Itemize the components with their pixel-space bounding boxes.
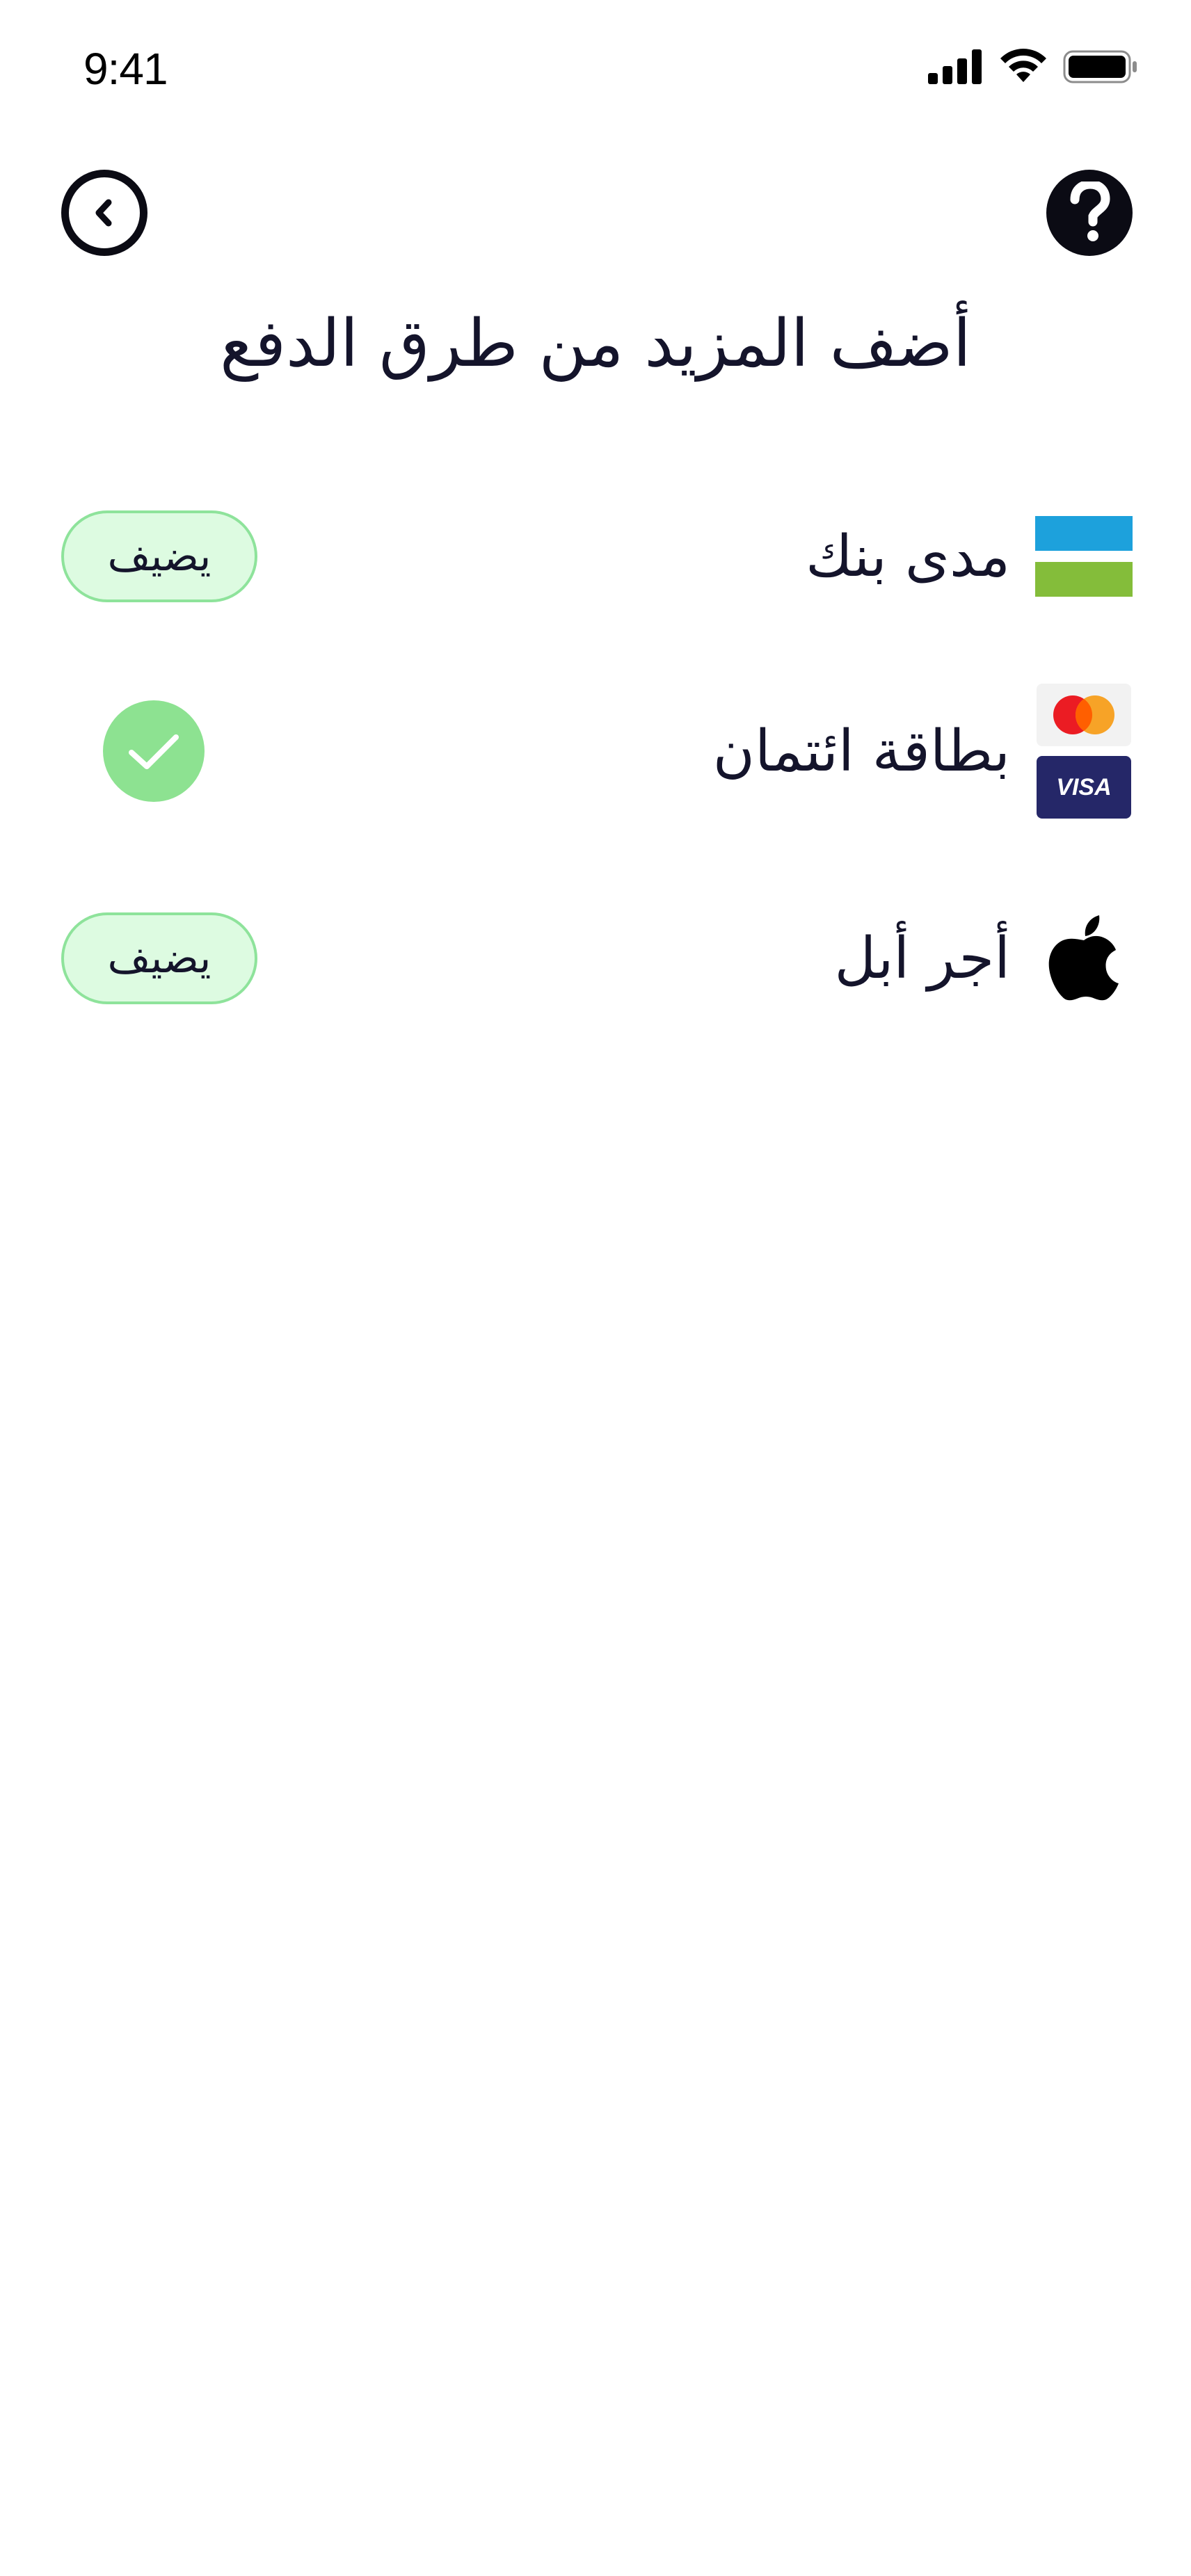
status-icons <box>928 49 1138 85</box>
method-label-apple-pay: أجر أبل <box>834 925 1011 992</box>
add-apple-pay-button[interactable]: يضيف <box>61 912 257 1004</box>
back-button[interactable] <box>61 170 147 256</box>
page-title: أضف المزيد من طرق الدفع <box>220 306 971 382</box>
payment-method-credit-card: بطاقة ائتمان VISA <box>61 675 1133 828</box>
apple-logo-icon <box>1035 915 1133 1001</box>
chevron-left-icon <box>95 199 112 227</box>
question-mark-icon <box>1070 182 1110 241</box>
visa-icon: VISA <box>1037 756 1131 819</box>
cellular-signal-icon <box>928 49 982 84</box>
status-bar: 9:41 <box>0 0 1191 146</box>
status-time: 9:41 <box>83 44 168 94</box>
wifi-icon <box>1000 49 1046 82</box>
checkmark-icon <box>129 734 179 769</box>
battery-icon <box>1063 50 1137 83</box>
payment-method-apple-pay: يضيف أجر أبل <box>61 882 1133 1035</box>
card-logos: VISA <box>1035 684 1133 819</box>
mastercard-icon <box>1037 684 1131 746</box>
method-label-mada: مدى بنك <box>806 523 1010 590</box>
mada-logo-icon <box>1035 516 1133 597</box>
added-check-badge <box>103 700 205 802</box>
payment-method-mada: يضيف مدى بنك <box>61 480 1133 633</box>
visa-text: VISA <box>1056 774 1111 800</box>
add-mada-button[interactable]: يضيف <box>61 510 257 602</box>
help-button[interactable] <box>1046 170 1133 256</box>
method-label-credit-card: بطاقة ائتمان <box>712 718 1010 784</box>
